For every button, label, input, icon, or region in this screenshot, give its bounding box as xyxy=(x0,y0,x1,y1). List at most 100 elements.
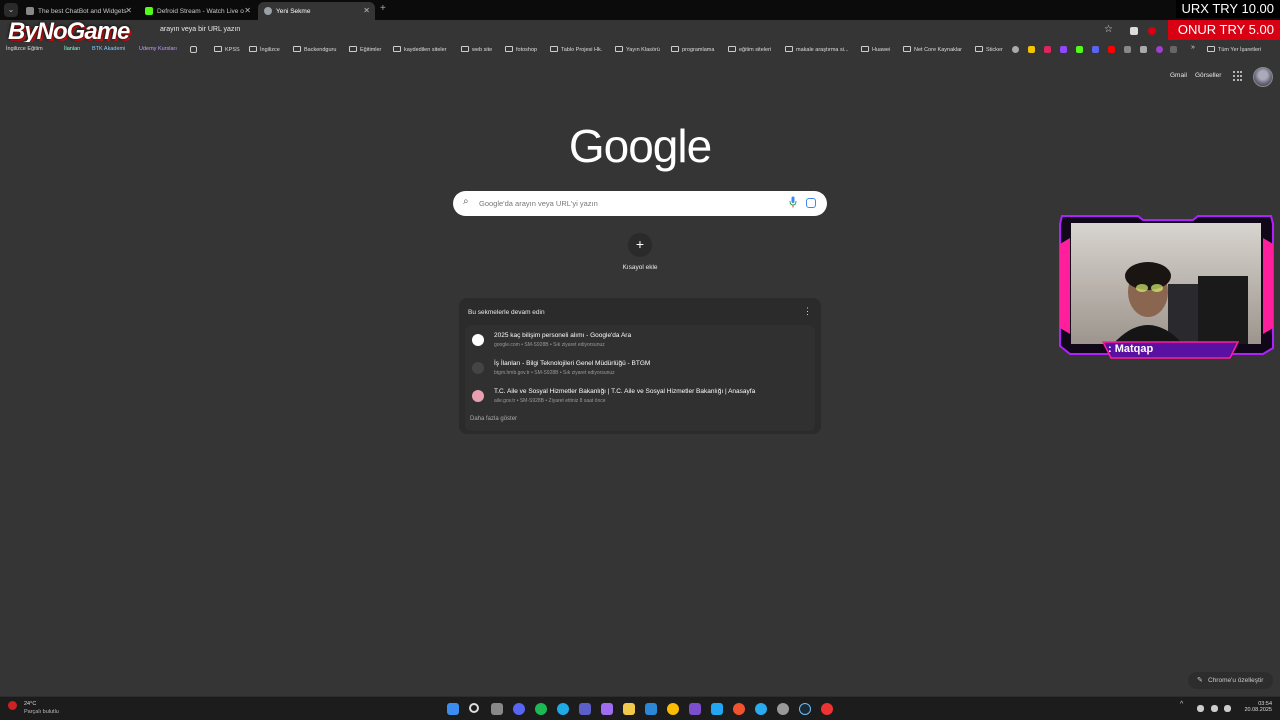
bookmark-favicon-icon[interactable] xyxy=(1028,46,1035,53)
taskbar-clock[interactable]: 03:54 20.08.2025 xyxy=(1236,701,1272,713)
spotify-icon[interactable] xyxy=(535,703,547,715)
teams-icon[interactable] xyxy=(579,703,591,715)
settings-icon[interactable] xyxy=(777,703,789,715)
twitch-icon[interactable] xyxy=(1060,46,1067,53)
app-icon[interactable] xyxy=(733,703,745,715)
bookmark-favicon-icon[interactable] xyxy=(1140,46,1147,53)
discord-icon[interactable] xyxy=(513,703,525,715)
card-title: Bu sekmelerle devam edin xyxy=(468,309,545,316)
weather-status: Parçalı bulutlu xyxy=(24,709,59,715)
btgm-favicon-icon xyxy=(472,362,484,374)
more-options-icon[interactable]: ⋮ xyxy=(803,306,812,317)
bookmark-favicon-icon[interactable] xyxy=(1124,46,1131,53)
bookmark-folder[interactable]: makale araştırma si... xyxy=(785,46,849,53)
show-more-link[interactable]: Daha fazla göster xyxy=(470,416,517,422)
bookmarks-overflow-button[interactable]: » xyxy=(1191,44,1195,51)
start-icon[interactable] xyxy=(447,703,459,715)
list-item-title: 2025 kaç bilişim personeli alımı - Googl… xyxy=(494,332,632,339)
avatar[interactable] xyxy=(1253,67,1273,87)
search-box[interactable]: ⌕ xyxy=(453,191,827,216)
bookmark-folder[interactable]: KPSS xyxy=(214,46,240,53)
customize-chrome-label: Chrome'u özelleştir xyxy=(1208,677,1264,684)
visual-studio-icon[interactable] xyxy=(689,703,701,715)
bookmark-folder[interactable]: Tablo Projesi Hk. xyxy=(550,46,602,53)
gmail-link[interactable]: Gmail xyxy=(1170,72,1187,79)
youtube-icon[interactable] xyxy=(1108,46,1115,53)
close-tab-icon[interactable]: ✕ xyxy=(125,6,132,15)
telegram-icon[interactable] xyxy=(755,703,767,715)
bookmark-item[interactable]: BTK Akademi xyxy=(92,46,125,52)
bookmark-star-icon[interactable]: ☆ xyxy=(1104,24,1113,35)
kick-icon[interactable] xyxy=(1076,46,1083,53)
copilot-icon[interactable] xyxy=(601,703,613,715)
bookmark-favicon-icon[interactable] xyxy=(1156,46,1163,53)
search-icon[interactable] xyxy=(469,703,479,713)
windows-taskbar: 24°C Parçalı bulutlu ^ 03:54 20.08.2025 xyxy=(0,696,1280,720)
network-icon[interactable] xyxy=(1211,705,1218,712)
list-item[interactable]: 2025 kaç bilişim personeli alımı - Googl… xyxy=(465,327,815,353)
list-item-subtitle: btgm.hmb.gov.tr • SM-S928B • Sık ziyaret… xyxy=(494,370,615,376)
weather-icon[interactable] xyxy=(8,701,17,710)
list-item[interactable]: İş İlanları - Bilgi Teknolojileri Genel … xyxy=(465,355,815,381)
extension-icon[interactable] xyxy=(1148,27,1156,35)
mic-tray-icon[interactable] xyxy=(1197,705,1204,712)
browser-toolbar: arayın veya bir URL yazın ☆ xyxy=(0,20,1280,42)
bookmark-folder[interactable]: fotoshop xyxy=(505,46,537,53)
search-input[interactable] xyxy=(479,196,779,210)
bookmark-folder[interactable]: kaydedilen siteler xyxy=(393,46,447,53)
google-lens-icon[interactable] xyxy=(806,198,816,208)
bookmark-folder[interactable]: Eğitimler xyxy=(349,46,381,53)
tab-defroid-stream[interactable]: Defroid Stream - Watch Live o ✕ xyxy=(139,2,256,20)
tab-title: Defroid Stream - Watch Live o xyxy=(157,7,244,15)
all-bookmarks-folder[interactable]: Tüm Yer İşaretleri xyxy=(1207,46,1261,53)
customize-chrome-button[interactable]: ✎ Chrome'u özelleştir xyxy=(1188,672,1273,689)
list-item-title: T.C. Aile ve Sosyal Hizmetler Bakanlığı … xyxy=(494,388,756,395)
bookmark-folder[interactable]: programlama xyxy=(671,46,714,53)
store-icon[interactable] xyxy=(645,703,657,715)
vscode-icon[interactable] xyxy=(711,703,723,715)
tab-new-tab[interactable]: Yeni Sekme ✕ xyxy=(258,2,375,20)
bookmark-favicon-icon[interactable] xyxy=(1012,46,1019,53)
bookmark-favicon-icon[interactable] xyxy=(1170,46,1177,53)
bookmark-folder[interactable]: web site xyxy=(461,46,492,53)
edge-icon[interactable] xyxy=(557,703,569,715)
discord-icon[interactable] xyxy=(1092,46,1099,53)
google-apps-icon[interactable] xyxy=(1233,71,1243,81)
new-tab-plus-icon[interactable]: + xyxy=(380,3,386,14)
bookmark-folder[interactable]: Yayın Klasörü xyxy=(615,46,660,53)
steam-icon[interactable] xyxy=(799,703,811,715)
apps-grid-icon[interactable] xyxy=(190,46,197,53)
bookmarks-bar: İngilizce Eğitim İlanları BTK Akademi Ud… xyxy=(0,42,1280,57)
file-explorer-icon[interactable] xyxy=(623,703,635,715)
new-tab-page: Gmail Görseller Google ⌕ + Kısayol ekle … xyxy=(0,57,1280,696)
tray-chevron-icon[interactable]: ^ xyxy=(1180,701,1192,713)
bookmark-item[interactable]: Udemy Kursları xyxy=(139,46,177,52)
chrome-icon[interactable] xyxy=(667,703,679,715)
bookmark-folder[interactable]: Backendguru xyxy=(293,46,336,53)
bookmark-folder[interactable]: eğitim siteleri xyxy=(728,46,771,53)
bookmark-folder[interactable]: Sticker xyxy=(975,46,1003,53)
address-bar[interactable]: arayın veya bir URL yazın xyxy=(160,26,240,33)
tab-search-chevron-icon[interactable]: ⌄ xyxy=(4,3,18,17)
bookmark-folder[interactable]: Net Core Kaynaklar xyxy=(903,46,962,53)
bookmark-item[interactable]: İlanları xyxy=(64,46,81,52)
task-view-icon[interactable] xyxy=(491,703,503,715)
weather-temp: 24°C xyxy=(24,701,37,707)
bookmark-folder[interactable]: İngilizce xyxy=(249,46,280,53)
chrome-favicon-icon xyxy=(264,7,272,15)
close-tab-icon[interactable]: ✕ xyxy=(244,6,251,15)
search-icon: ⌕ xyxy=(463,196,469,207)
ministry-favicon-icon xyxy=(472,390,484,402)
add-shortcut-button[interactable]: + xyxy=(628,233,652,257)
tab-title: The best ChatBot and Widgets xyxy=(38,7,127,15)
bookmark-favicon-icon[interactable] xyxy=(1044,46,1051,53)
close-tab-icon[interactable]: ✕ xyxy=(363,6,370,15)
bookmark-item[interactable]: İngilizce Eğitim xyxy=(6,46,43,52)
obs-icon[interactable] xyxy=(821,703,833,715)
extension-icon[interactable] xyxy=(1130,27,1138,35)
volume-icon[interactable] xyxy=(1224,705,1231,712)
list-item[interactable]: T.C. Aile ve Sosyal Hizmetler Bakanlığı … xyxy=(465,383,815,409)
bookmark-folder[interactable]: Huawei xyxy=(861,46,890,53)
images-link[interactable]: Görseller xyxy=(1195,72,1221,79)
microphone-icon[interactable] xyxy=(789,196,797,208)
